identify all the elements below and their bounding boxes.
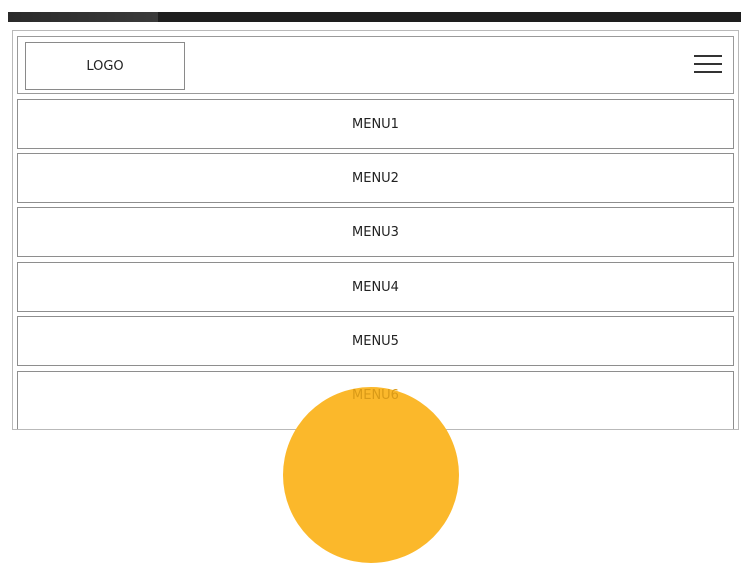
hamburger-line-middle — [694, 63, 722, 65]
menu-item-4[interactable]: MENU4 — [17, 262, 734, 312]
floating-action-circle[interactable] — [283, 387, 459, 563]
menu-item-label: MENU1 — [352, 116, 399, 132]
window-title-strip-highlight — [8, 12, 158, 22]
menu-item-label: MENU4 — [352, 279, 399, 295]
hamburger-line-top — [694, 55, 722, 57]
menu-item-1[interactable]: MENU1 — [17, 99, 734, 149]
logo[interactable]: LOGO — [25, 42, 185, 90]
menu-item-label: MENU2 — [352, 170, 399, 186]
mobile-page-frame: LOGO MENU1 MENU2 MENU3 MENU4 MENU5 MENU6 — [12, 30, 739, 430]
menu-item-2[interactable]: MENU2 — [17, 153, 734, 203]
hamburger-menu-icon[interactable] — [694, 52, 722, 76]
hamburger-line-bottom — [694, 71, 722, 73]
menu-item-5[interactable]: MENU5 — [17, 316, 734, 366]
site-header: LOGO — [17, 36, 734, 94]
menu-item-label: MENU6 — [352, 388, 399, 403]
menu-item-label: MENU3 — [352, 224, 399, 240]
browser-top-bar — [0, 0, 741, 22]
menu-item-3[interactable]: MENU3 — [17, 207, 734, 257]
logo-label: LOGO — [86, 58, 124, 74]
menu-item-label: MENU5 — [352, 333, 399, 349]
nav-menu-list: MENU1 MENU2 MENU3 MENU4 MENU5 MENU6 — [17, 99, 734, 429]
